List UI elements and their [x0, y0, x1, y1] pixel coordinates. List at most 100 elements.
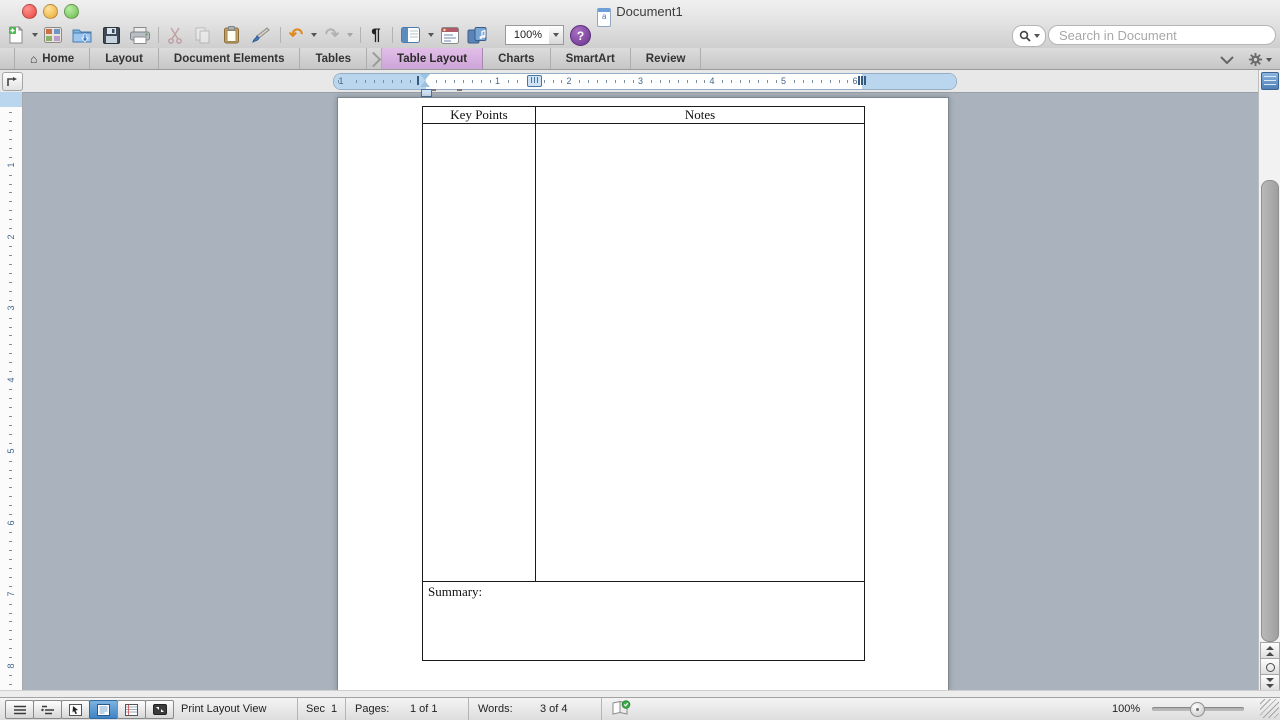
chevron-down-icon	[1034, 34, 1040, 38]
toolbox-button[interactable]	[438, 24, 462, 46]
tab-stop-mark[interactable]	[457, 89, 462, 91]
print-button[interactable]	[128, 24, 152, 46]
sidebar-button[interactable]	[398, 24, 422, 46]
sidebar-dropdown[interactable]	[424, 24, 434, 46]
collapse-ribbon-button[interactable]	[1220, 56, 1234, 64]
double-up-arrow-icon	[1266, 646, 1274, 650]
redo-dropdown[interactable]	[343, 24, 353, 46]
ruler-tick	[660, 80, 661, 83]
ruler-tick	[9, 657, 12, 658]
ruler-tick	[803, 80, 804, 83]
publishing-layout-view-button[interactable]	[61, 700, 90, 719]
summary-cell[interactable]: Summary:	[423, 582, 864, 660]
section-value[interactable]: 1	[331, 703, 337, 715]
ruler-toggle-button[interactable]	[1261, 72, 1279, 90]
tab-stop-selector[interactable]	[2, 72, 23, 91]
search-scope-button[interactable]	[1012, 25, 1046, 47]
help-button[interactable]: ?	[570, 25, 591, 46]
right-margin-marker[interactable]	[861, 76, 863, 85]
pages-label[interactable]: Pages:	[355, 703, 389, 715]
tab-stop-mark[interactable]	[431, 89, 436, 91]
key-points-header-cell[interactable]: Key Points	[423, 107, 536, 123]
tab-table-layout[interactable]: Table Layout	[382, 48, 483, 69]
undo-button[interactable]: ↶	[286, 24, 306, 46]
tab-smartart[interactable]: SmartArt	[551, 48, 631, 69]
tab-layout[interactable]: Layout	[90, 48, 159, 69]
section-label[interactable]: Sec	[306, 703, 325, 715]
ruler-tick	[9, 362, 12, 363]
ruler-tick	[9, 219, 12, 220]
zoom-dropdown[interactable]	[549, 25, 564, 45]
ruler-left-margin	[334, 74, 426, 89]
tab-charts[interactable]: Charts	[483, 48, 550, 69]
save-button[interactable]	[99, 24, 123, 46]
notebook-layout-view-button[interactable]	[117, 700, 146, 719]
ruler-tick	[9, 407, 12, 408]
ruler-tick	[722, 80, 723, 83]
redo-button[interactable]: ↷	[322, 24, 342, 46]
key-points-label: Key Points	[450, 107, 507, 122]
zoom-value-box[interactable]: 100%	[505, 25, 551, 45]
pages-value[interactable]: 1 of 1	[410, 703, 438, 715]
ruler-tick	[9, 201, 12, 202]
new-document-button[interactable]	[5, 24, 27, 46]
ruler-tick	[9, 300, 12, 301]
notes-cell[interactable]	[536, 124, 864, 581]
new-document-dropdown[interactable]	[28, 24, 38, 46]
right-margin-marker[interactable]	[864, 76, 866, 85]
tab-tables[interactable]: Tables	[300, 48, 367, 69]
words-label[interactable]: Words:	[478, 703, 513, 715]
outline-view-button[interactable]	[33, 700, 62, 719]
status-separator	[601, 698, 602, 720]
print-layout-view-button[interactable]	[89, 700, 118, 719]
ruler-number: 5	[778, 76, 790, 86]
vertical-scrollbar-thumb[interactable]	[1261, 180, 1279, 642]
draft-view-button[interactable]	[5, 700, 34, 719]
focus-view-button[interactable]	[145, 700, 174, 719]
notes-header-cell[interactable]: Notes	[536, 107, 864, 123]
ruler-tick	[606, 80, 607, 83]
show-formatting-marks-button[interactable]: ¶	[366, 24, 386, 46]
spelling-status-button[interactable]	[611, 700, 631, 716]
ruler-tick	[383, 80, 384, 83]
media-browser-button[interactable]	[464, 24, 490, 46]
ruler-tick	[588, 80, 589, 83]
tab-document-elements[interactable]: Document Elements	[159, 48, 301, 69]
ruler-tick	[597, 80, 598, 83]
table-column-marker[interactable]	[527, 75, 542, 87]
hanging-indent-marker[interactable]	[420, 81, 430, 87]
table-edge-marker[interactable]	[417, 76, 419, 85]
open-button[interactable]	[70, 24, 94, 46]
words-value[interactable]: 3 of 4	[540, 703, 568, 715]
paste-button[interactable]	[220, 24, 242, 46]
show-gallery-button[interactable]	[42, 24, 64, 46]
tab-review[interactable]: Review	[631, 48, 702, 69]
first-line-indent-marker[interactable]	[420, 74, 430, 80]
browse-object-icon	[1266, 663, 1275, 672]
double-down-arrow-icon	[1266, 678, 1274, 682]
document-page[interactable]: Key Points Notes Summary:	[337, 97, 949, 691]
ruler-number: 2	[6, 230, 16, 244]
ruler-tick	[9, 470, 12, 471]
window-resize-grip[interactable]	[1260, 699, 1279, 718]
tab-home[interactable]: ⌂Home	[14, 48, 90, 69]
zoom-slider-thumb[interactable]	[1190, 702, 1205, 717]
right-margin-marker[interactable]	[858, 76, 860, 85]
copy-button[interactable]	[192, 24, 214, 46]
ruler-tick	[9, 630, 12, 631]
format-painter-button[interactable]	[248, 24, 272, 46]
ruler-tick	[9, 514, 12, 515]
table-header-row: Key Points Notes	[423, 107, 864, 124]
tab-label: SmartArt	[566, 53, 615, 65]
undo-dropdown[interactable]	[307, 24, 317, 46]
search-input[interactable]	[1048, 25, 1276, 45]
ruler-tick	[847, 80, 848, 83]
vruler-top-margin	[0, 92, 22, 107]
ruler-tick	[830, 80, 831, 83]
key-points-cell[interactable]	[423, 124, 536, 581]
ribbon-settings-button[interactable]	[1248, 52, 1272, 67]
ruler-tick	[749, 80, 750, 83]
cut-button[interactable]	[164, 24, 186, 46]
ruler-tick	[687, 80, 688, 83]
status-separator	[468, 698, 469, 720]
